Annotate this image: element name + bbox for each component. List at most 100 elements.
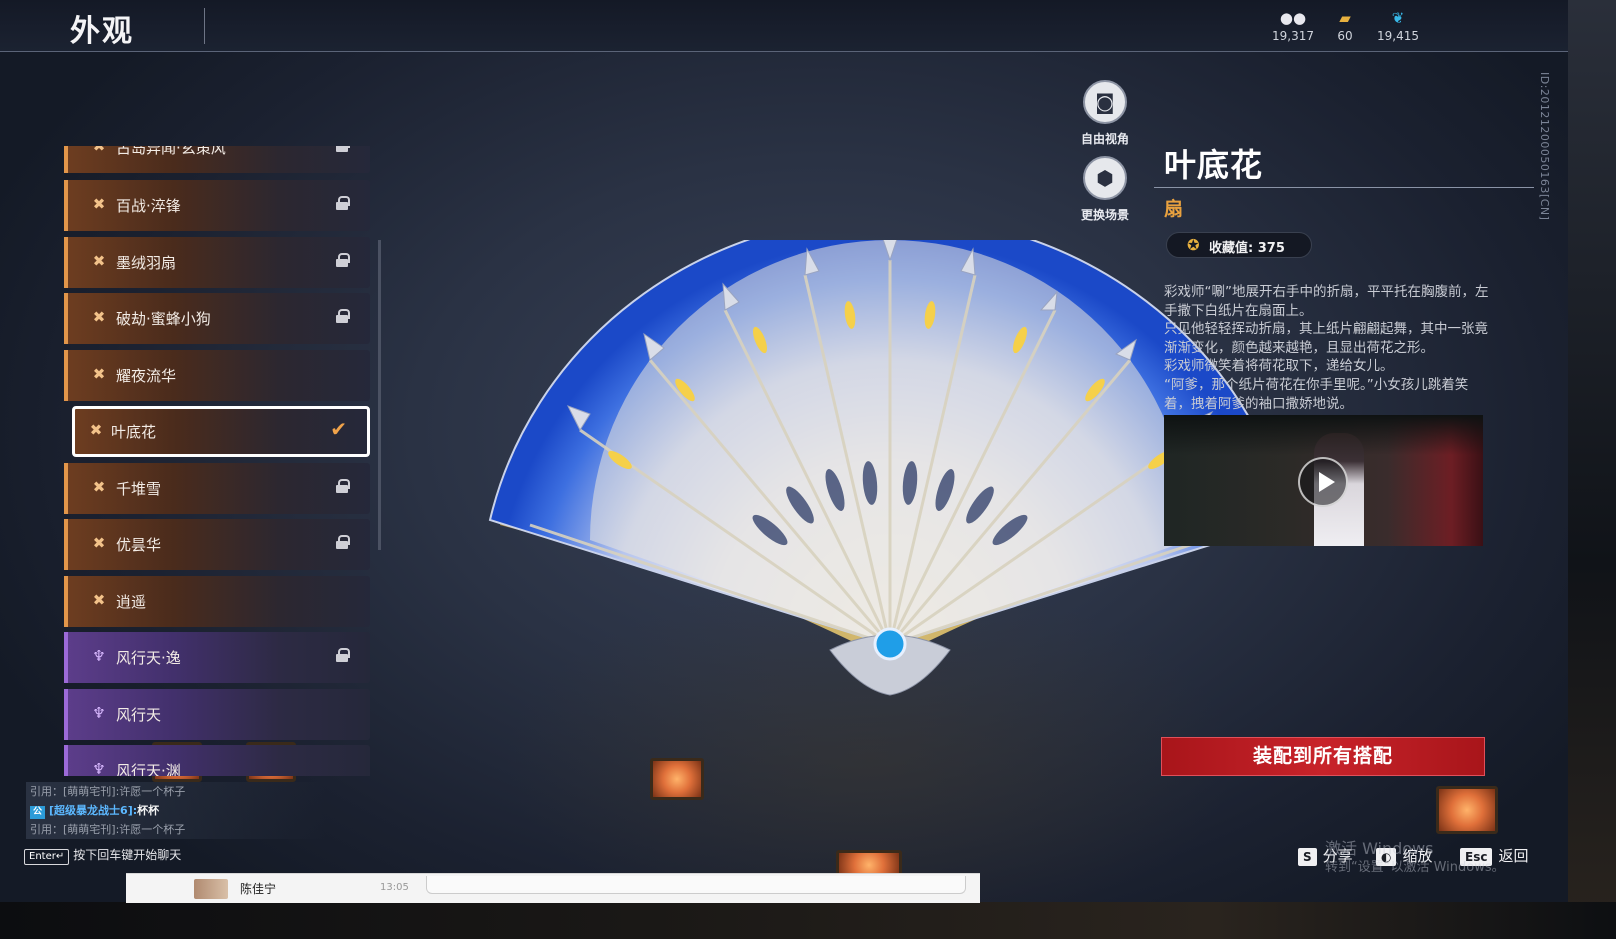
- change-scene-label: 更换场景: [1080, 208, 1129, 222]
- lock-icon: [336, 535, 350, 549]
- message-input[interactable]: [426, 876, 966, 894]
- item-label: 千堆雪: [116, 480, 162, 498]
- chat-hint[interactable]: Enter↵ 按下回车键开始聊天: [24, 846, 181, 865]
- game-viewport: 外观 ●● 19,317 ▰ 60 ❦ 19,415 ID:2012120005…: [0, 0, 1568, 902]
- lock-icon: [336, 253, 350, 267]
- chat-prefix: 引用：: [30, 785, 63, 798]
- rarity-icon: ✖: [92, 478, 106, 496]
- title-divider: [204, 8, 205, 44]
- collect-value: 收藏值: 375: [1209, 241, 1285, 256]
- chat-app-popup[interactable]: 陈佳宁 13:05: [126, 873, 980, 903]
- lock-icon: [336, 309, 350, 323]
- rarity-icon: ✖: [92, 365, 106, 383]
- description-paragraph: 彩戏师微笑着将荷花取下，递给女儿。: [1164, 358, 1394, 375]
- rarity-icon: ✖: [92, 591, 106, 609]
- description-paragraph: 彩戏师“唰”地展开右手中的折扇，平平托在胸腹前，左手撒下白纸片在扇面上。: [1164, 284, 1489, 319]
- currency-coins[interactable]: ●● 19,317: [1265, 8, 1321, 44]
- windows-activation-watermark: 激活 Windows 转到“设置”以激活 Windows。: [1325, 838, 1505, 876]
- rarity-icon: ✖: [92, 195, 106, 213]
- rarity-icon: ✖: [92, 534, 106, 552]
- list-item[interactable]: ✖ 优昙华: [64, 519, 370, 570]
- message-time: 13:05: [380, 882, 409, 893]
- enter-key-icon: Enter↵: [24, 849, 70, 865]
- collect-icon: ✪: [1187, 236, 1200, 254]
- list-item[interactable]: ✖ 逍遥: [64, 576, 370, 627]
- camera-icon: ◙: [1083, 80, 1127, 124]
- checkmark-icon: ✔: [330, 417, 347, 441]
- list-item[interactable]: ✖ 古岛异闻·玄策风: [64, 146, 370, 173]
- lantern: [650, 758, 704, 800]
- collect-value-badge: ✪ 收藏值: 375: [1166, 232, 1312, 258]
- list-scrollbar[interactable]: [378, 240, 381, 550]
- chat-line: 引用：[萌萌宅刊]:许愿一个杯子: [26, 782, 326, 801]
- currency-value: 19,415: [1377, 29, 1419, 43]
- free-view-button[interactable]: ◙ 自由视角: [1070, 80, 1140, 147]
- item-label: 耀夜流华: [116, 367, 177, 385]
- list-item[interactable]: ✖ 耀夜流华: [64, 350, 370, 401]
- item-label: 古岛异闻·玄策风: [116, 146, 226, 157]
- chat-prefix: 引用：: [30, 823, 63, 836]
- list-item-selected[interactable]: ✖ 叶底花 ✔: [72, 406, 370, 457]
- currency-value: 60: [1337, 29, 1353, 43]
- chat-box: 引用：[萌萌宅刊]:许愿一个杯子 公 [超级暴龙战士6]:杯杯 引用：[萌萌宅刊]…: [26, 782, 326, 839]
- cube-icon: ⬢: [1083, 156, 1127, 200]
- equip-all-button[interactable]: 装配到所有搭配: [1161, 737, 1485, 776]
- item-label: 风行天: [116, 706, 162, 724]
- lantern: [1436, 786, 1498, 834]
- rarity-icon: ✖: [89, 421, 103, 439]
- list-item[interactable]: ✖ 墨绒羽扇: [64, 237, 370, 288]
- item-label: 逍遥: [116, 593, 147, 611]
- list-item[interactable]: ✖ 千堆雪: [64, 463, 370, 514]
- lock-icon: [336, 479, 350, 493]
- item-label: 墨绒羽扇: [116, 254, 177, 272]
- desktop-edge: [1568, 0, 1616, 939]
- rarity-icon: ✖: [92, 252, 106, 270]
- rarity-icon: ✖: [92, 308, 106, 326]
- chat-text: 杯杯: [137, 804, 160, 817]
- chat-line: 引用：[萌萌宅刊]:许愿一个杯子: [26, 820, 326, 839]
- chat-user[interactable]: [超级暴龙战士6]:: [49, 804, 137, 817]
- feather-icon: ❦: [1391, 9, 1405, 27]
- list-item[interactable]: ♆ 风行天·渊: [64, 745, 370, 776]
- currency-value: 19,317: [1272, 29, 1314, 43]
- avatar: [194, 879, 228, 899]
- contact-name[interactable]: 陈佳宁: [240, 880, 276, 897]
- ticket-icon: ▰: [1339, 9, 1351, 27]
- item-description: 彩戏师“唰”地展开右手中的折扇，平平托在胸腹前，左手撒下白纸片在扇面上。 只见他…: [1164, 283, 1490, 413]
- play-icon[interactable]: [1298, 457, 1348, 507]
- item-label: 风行天·渊: [116, 762, 181, 776]
- list-item[interactable]: ♆ 风行天·逸: [64, 632, 370, 683]
- list-item[interactable]: ♆ 风行天: [64, 689, 370, 740]
- list-item[interactable]: ✖ 百战·淬锋: [64, 180, 370, 231]
- list-item[interactable]: ✖ 破劫·蜜蜂小狗: [64, 293, 370, 344]
- item-label: 风行天·逸: [116, 649, 181, 667]
- watermark-line: 转到“设置”以激活 Windows。: [1325, 860, 1505, 875]
- rarity-icon: ♆: [92, 704, 106, 722]
- rarity-icon: ✖: [92, 146, 106, 155]
- currency-tickets[interactable]: ▰ 60: [1317, 8, 1373, 44]
- item-label: 优昙华: [116, 536, 162, 554]
- top-bar: 外观 ●● 19,317 ▰ 60 ❦ 19,415: [0, 0, 1568, 52]
- desktop-edge: [0, 902, 1616, 939]
- coin-stack-icon: ●●: [1279, 9, 1307, 27]
- player-id: ID:20121200050163[CN]: [1538, 72, 1551, 221]
- description-paragraph: “阿爹，那个纸片荷花在你手里呢。”小女孩儿跳着笑着，拽着阿爹的袖口撒娇地说。: [1164, 376, 1469, 412]
- item-type: 扇: [1164, 198, 1184, 220]
- preview-video[interactable]: [1164, 415, 1483, 546]
- item-label: 破劫·蜜蜂小狗: [116, 310, 211, 328]
- rarity-icon: ♆: [92, 647, 106, 665]
- change-scene-button[interactable]: ⬢ 更换场景: [1070, 156, 1140, 223]
- chat-text: [萌萌宅刊]:许愿一个杯子: [63, 785, 186, 798]
- lock-icon: [336, 146, 350, 152]
- watermark-line: 激活 Windows: [1325, 839, 1434, 858]
- appearance-list[interactable]: ✖ 古岛异闻·玄策风 ✖ 百战·淬锋 ✖ 墨绒羽扇 ✖ 破劫·蜜蜂小狗 ✖ 耀夜…: [64, 146, 376, 776]
- item-name: 叶底花: [1164, 146, 1264, 184]
- currency-feathers[interactable]: ❦ 19,415: [1370, 8, 1426, 44]
- name-divider: [1154, 187, 1534, 188]
- share-key: S: [1298, 848, 1317, 866]
- item-label: 百战·淬锋: [116, 197, 181, 215]
- page-title: 外观: [70, 14, 134, 49]
- rarity-icon: ♆: [92, 760, 106, 776]
- chat-line: 公 [超级暴龙战士6]:杯杯: [26, 801, 326, 820]
- lock-icon: [336, 196, 350, 210]
